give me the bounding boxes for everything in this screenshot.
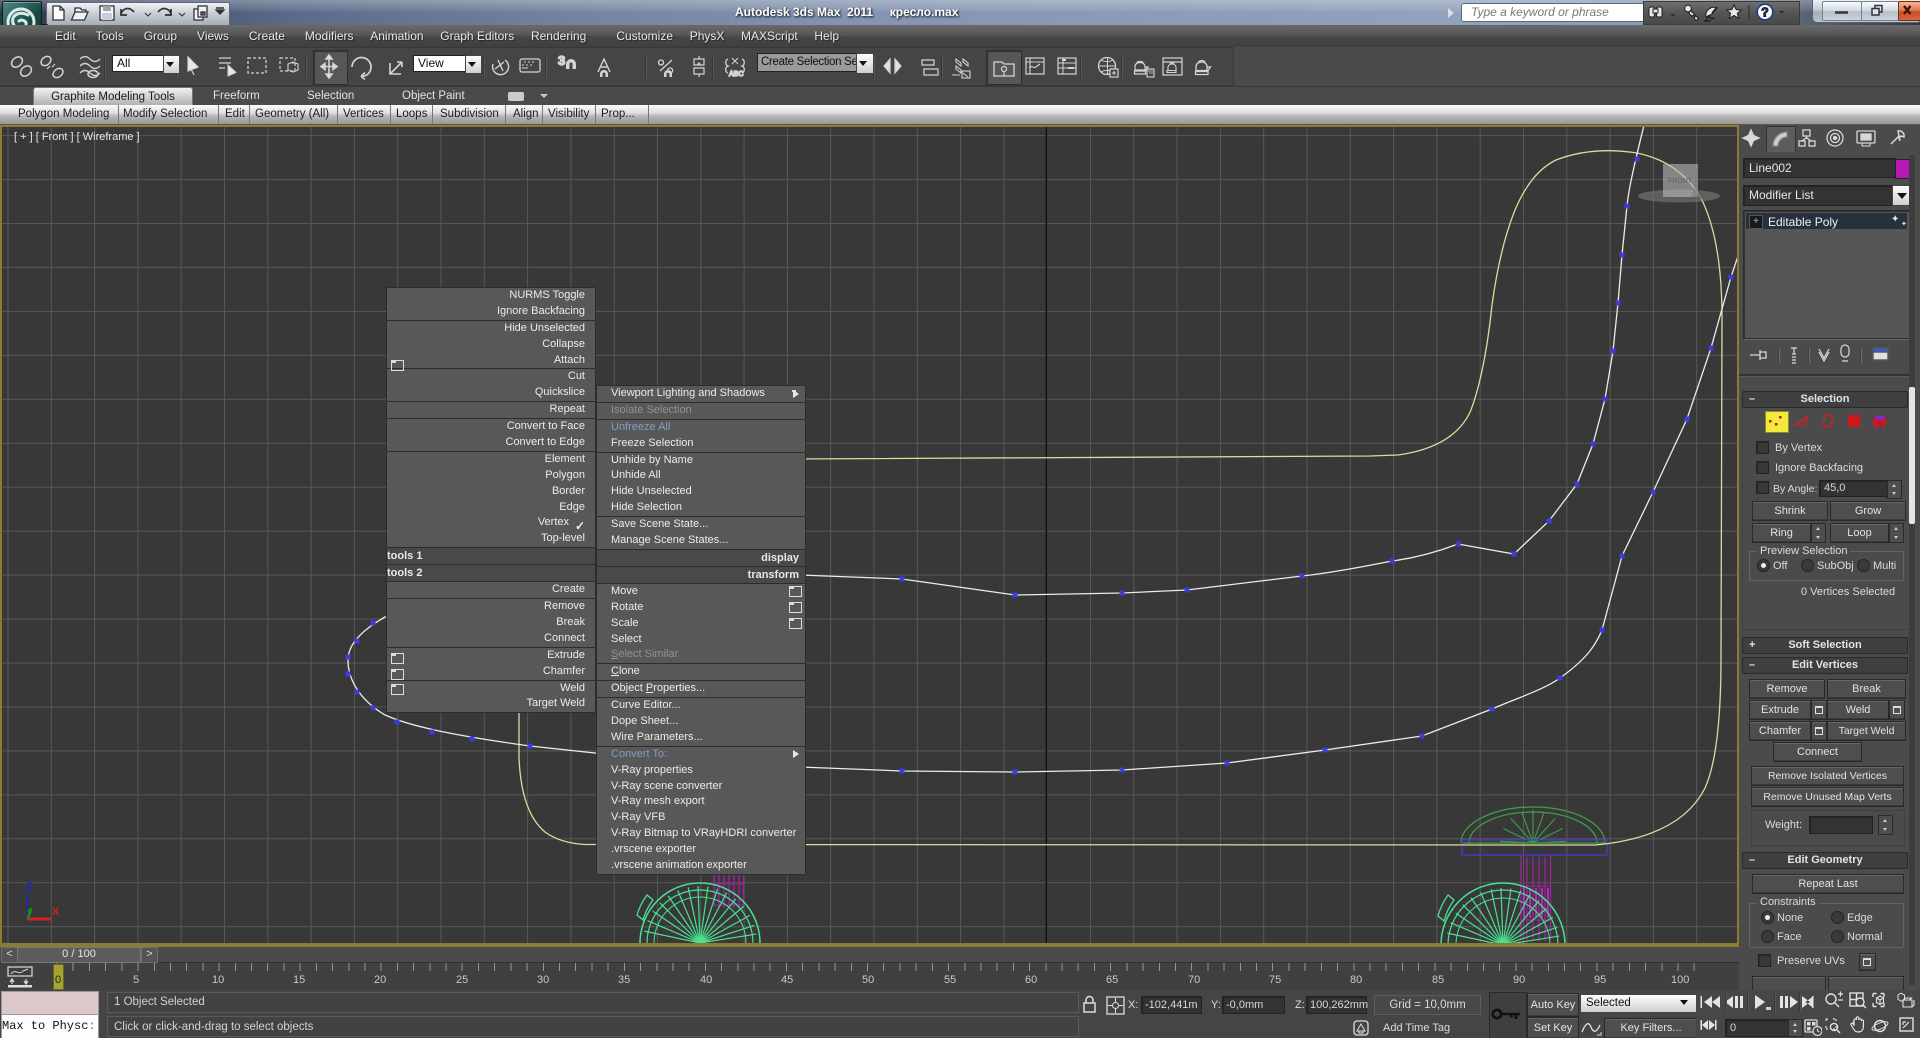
svg-text:y: y [27,907,33,918]
svg-text:?: ? [1761,6,1769,20]
svg-text:FRONT: FRONT [1668,178,1693,185]
svg-text:Z: Z [26,881,33,893]
svg-text:ABC: ABC [729,71,743,78]
svg-text:X: X [52,906,60,918]
svg-text:3: 3 [558,53,565,68]
